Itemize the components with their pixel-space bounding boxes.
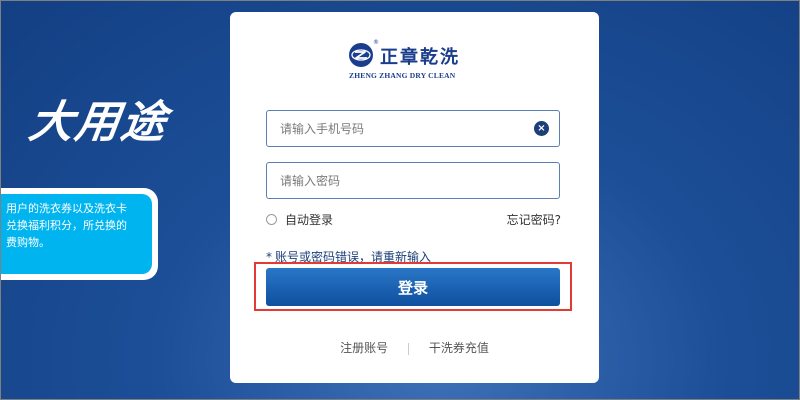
promo-line: 用户的洗衣券以及洗衣卡 [6, 202, 127, 215]
recharge-link[interactable]: 干洗券充值 [429, 341, 489, 355]
error-message: * 账号或密码错误，请重新输入 [266, 248, 431, 265]
auto-login-label: 自动登录 [285, 212, 334, 227]
error-star: * [266, 250, 272, 264]
brand-name-english: ZHENG ZHANG DRY CLEAN [349, 71, 456, 80]
brand-name: 正章乾洗 [380, 47, 460, 68]
login-card: ® 正章乾洗 ZHENG ZHANG DRY CLEAN × 自动登录 忘记密码… [230, 12, 599, 383]
phone-field: × [266, 110, 560, 147]
brand-header: ® 正章乾洗 ZHENG ZHANG DRY CLEAN [348, 39, 488, 82]
promo-banner-body: 用户的洗衣券以及洗衣卡 兑换福利积分，所兑换的 费购物。 [0, 194, 152, 274]
password-input[interactable] [267, 163, 520, 198]
registered-mark: ® [373, 39, 379, 46]
background-slogan: 大用途 [25, 97, 171, 148]
clear-icon[interactable]: × [534, 121, 549, 136]
promo-line: 兑换福利积分，所兑换的 [6, 219, 127, 232]
phone-input[interactable] [267, 111, 520, 146]
password-field [266, 162, 560, 199]
auto-login-option[interactable]: 自动登录 [266, 211, 333, 227]
auto-login-radio[interactable] [266, 213, 277, 225]
footer-divider [408, 342, 409, 355]
error-text: 账号或密码错误，请重新输入 [275, 250, 432, 264]
promo-line: 费购物。 [6, 236, 50, 249]
zhengzhang-logo-icon [349, 43, 373, 67]
register-link[interactable]: 注册账号 [340, 341, 388, 355]
promo-banner: 用户的洗衣券以及洗衣卡 兑换福利积分，所兑换的 费购物。 [0, 188, 158, 280]
footer-links: 注册账号 干洗券充值 [230, 339, 599, 356]
login-button[interactable]: 登录 [266, 268, 560, 306]
forgot-password-link[interactable]: 忘记密码? [507, 211, 561, 228]
